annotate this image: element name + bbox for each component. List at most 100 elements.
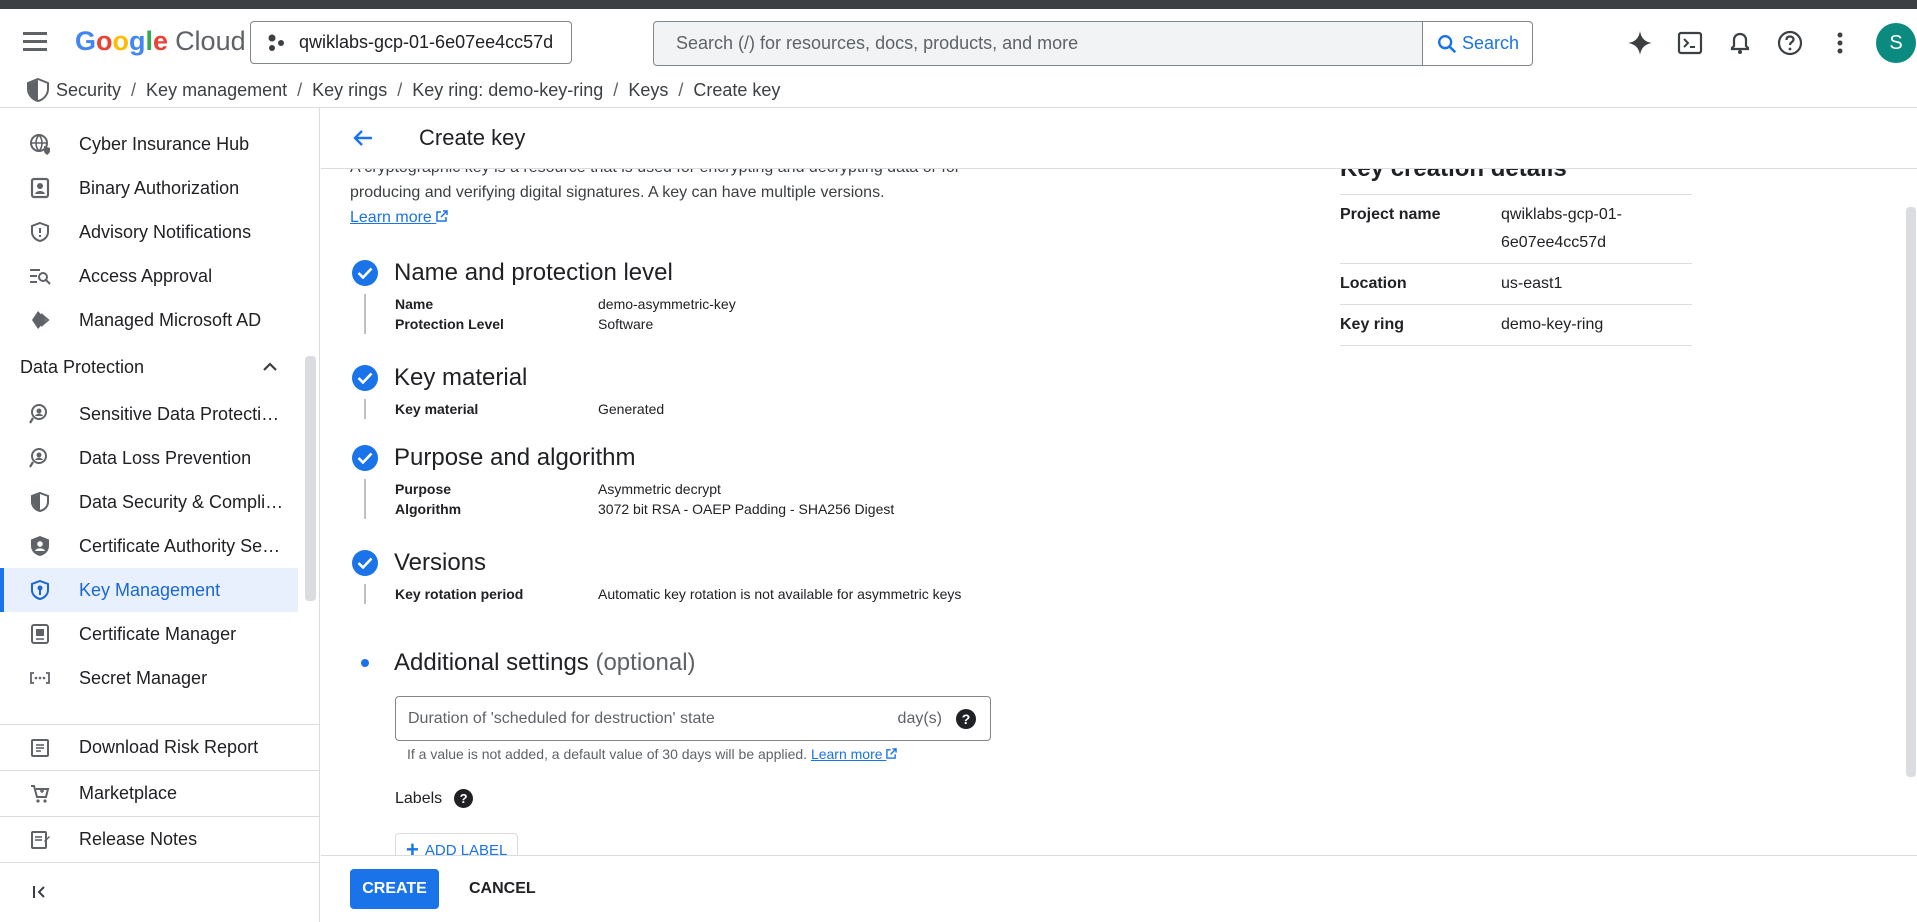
sidebar-item-cyber-insurance-hub[interactable]: Cyber Insurance Hub [0,122,298,166]
sidebar-item-label: Key Management [79,579,221,600]
main-content: A cryptographic key is a resource that i… [321,169,1917,855]
check-circle-icon [352,550,378,576]
sidebar-item-label: Download Risk Report [79,737,259,757]
step-title: Name and protection level [394,259,673,286]
intro-line: A cryptographic key is a resource that i… [350,169,1050,180]
collapse-sidebar-button[interactable] [0,862,319,920]
sidebar-item-label: Sensitive Data Protecti… [79,403,280,424]
sidebar-item-managed-microsoft-ad[interactable]: Managed Microsoft AD [0,298,298,342]
form-footer: CREATE CANCEL [321,855,1917,922]
step-dot-icon [361,659,369,667]
top-icons: S [1620,23,1916,63]
external-link-icon [436,210,449,222]
google-cloud-logo[interactable]: Google Cloud [75,24,246,58]
shield-person-icon [29,535,51,557]
labels-title: Labels [395,789,443,807]
cancel-button[interactable]: CANCEL [469,880,536,898]
field-label: Key material [395,401,479,417]
sidebar-item-label: Cyber Insurance Hub [79,133,250,154]
sidebar-item-advisory-notifications[interactable]: Advisory Notifications [0,210,298,254]
sidebar-item-sensitive-data-protection[interactable]: Sensitive Data Protecti… [0,392,298,436]
globe-shield-icon [29,133,51,155]
create-button[interactable]: CREATE [350,869,439,909]
search-input[interactable] [654,22,1422,65]
hint-learn-more-link[interactable]: Learn more [811,746,898,762]
menu-icon[interactable] [20,29,50,53]
avatar[interactable]: S [1876,23,1916,63]
breadcrumb-separator: / [678,79,684,100]
gemini-icon[interactable] [1620,23,1660,63]
breadcrumb-separator: / [397,79,403,100]
destruction-duration-field[interactable]: Duration of 'scheduled for destruction' … [395,696,991,741]
add-label-text: ADD LABEL [424,841,508,856]
details-label: Location [1340,275,1407,292]
sidebar-item-secret-manager[interactable]: Secret Manager [0,656,298,700]
sidebar-scrollbar[interactable] [305,356,316,601]
more-vert-icon[interactable] [1820,23,1860,63]
details-value: demo-key-ring [1501,316,1604,333]
breadcrumb-key-management[interactable]: Key management [146,80,287,101]
help-icon[interactable]: ? [956,708,976,729]
sidebar-item-release-notes[interactable]: Release Notes [0,816,319,862]
shield-key-icon [29,579,51,601]
breadcrumb-separator: / [613,79,619,100]
shield-half-icon [29,491,51,513]
breadcrumb-security[interactable]: Security [56,80,121,101]
badge-icon [29,177,51,199]
cloud-shell-icon[interactable] [1670,23,1710,63]
sidebar-section-label: Data Protection [20,356,145,377]
sidebar-item-certificate-authority-service[interactable]: Certificate Authority Se… [0,524,298,568]
breadcrumb-separator: / [297,79,303,100]
step-title: Additional settings (optional) [394,649,696,677]
search-button[interactable]: Search [1422,22,1532,65]
step-title: Purpose and algorithm [394,444,636,471]
add-label-button[interactable]: + ADD LABEL [395,833,519,856]
help-icon[interactable]: ? [454,789,474,808]
notes-icon [31,830,50,849]
sidebar-section-data-protection[interactable]: Data Protection [20,349,278,385]
back-arrow-icon[interactable] [343,118,383,158]
duration-unit: day(s) [897,709,942,727]
help-icon[interactable] [1770,23,1810,63]
sidebar-item-label: Advisory Notifications [79,221,252,242]
step-title: Key material [394,364,528,391]
sidebar-item-download-risk-report[interactable]: Download Risk Report [0,724,319,770]
field-value: 3072 bit RSA - OAEP Padding - SHA256 Dig… [598,501,895,517]
collapse-icon [33,885,45,898]
sidebar-item-key-management[interactable]: Key Management [0,568,298,612]
labels-row: Labels ? [395,789,487,808]
check-circle-icon [352,365,378,391]
search-icon [1437,34,1457,53]
check-circle-icon [352,260,378,286]
sidebar-item-label: Certificate Manager [79,623,237,644]
sidebar-item-certificate-manager[interactable]: Certificate Manager [0,612,298,656]
key-creation-details: Key creation details Project name qwiklab… [1340,169,1692,346]
sidebar-item-data-loss-prevention[interactable]: Data Loss Prevention [0,436,298,480]
field-value: Software [598,316,654,332]
sidebar-item-marketplace[interactable]: Marketplace [0,770,319,816]
content-scrollbar[interactable] [1906,207,1916,777]
report-icon [31,738,49,757]
cart-icon [31,784,50,803]
sidebar-item-data-security-compliance[interactable]: Data Security & Compli… [0,480,298,524]
search-person-icon [29,447,51,469]
logo-google: Google [75,25,169,56]
breadcrumb-key-ring[interactable]: Key ring: demo-key-ring [412,80,603,101]
sidebar-item-label: Marketplace [79,783,178,803]
sidebar-item-label: Binary Authorization [79,177,240,198]
page-title: Create key [419,125,526,150]
notifications-icon[interactable] [1720,23,1760,63]
project-picker[interactable]: qwiklabs-gcp-01-6e07ee4cc57d [250,21,572,64]
sidebar-item-label: Managed Microsoft AD [79,309,262,330]
step-additional-settings: Additional settings (optional) [352,646,696,680]
sidebar-item-binary-authorization[interactable]: Binary Authorization [0,166,298,210]
shield-alert-icon [29,221,51,243]
sidebar-item-access-approval[interactable]: Access Approval [0,254,298,298]
check-circle-icon [352,445,378,471]
step-versions: Versions Key rotation period Automatic ke… [352,546,968,604]
breadcrumb-key-rings[interactable]: Key rings [312,80,387,101]
learn-more-link[interactable]: Learn more [350,209,449,226]
field-label: Key rotation period [395,586,524,602]
search-button-label: Search [1461,33,1520,53]
breadcrumb-keys[interactable]: Keys [628,80,668,101]
